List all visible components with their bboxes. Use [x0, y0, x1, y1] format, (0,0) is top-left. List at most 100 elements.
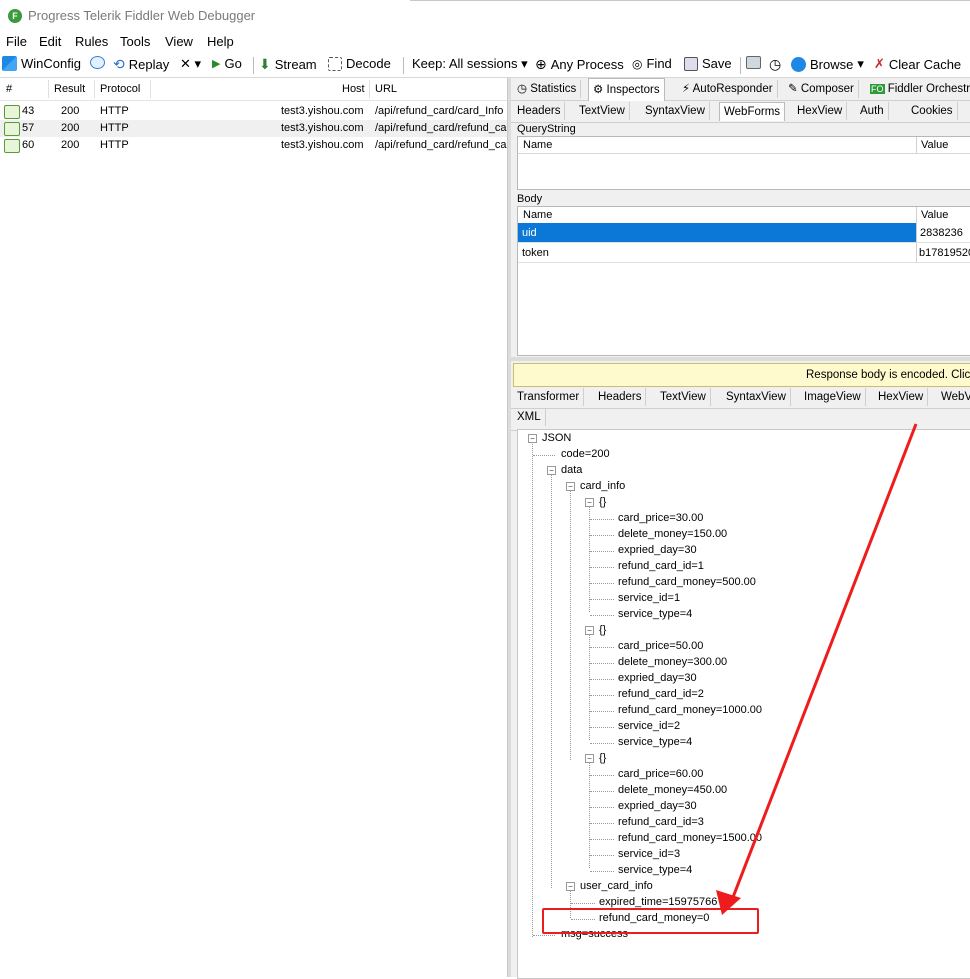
decode-button[interactable]: Decode — [328, 56, 391, 71]
toolbar-separator — [253, 57, 254, 74]
tree-node-object[interactable]: {} — [599, 752, 606, 764]
timer-button[interactable]: ◷ — [769, 56, 781, 73]
tab-inspectors[interactable]: ⚙ Inspectors — [588, 78, 665, 101]
collapse-json-toggle[interactable]: − — [528, 434, 537, 443]
tree-node-leaf[interactable]: delete_money=150.00 — [618, 528, 727, 540]
req-tab-auth[interactable]: Auth — [856, 102, 889, 120]
tree-node-leaf[interactable]: service_id=2 — [618, 720, 680, 732]
browse-button[interactable]: Browse ▾ — [791, 56, 864, 72]
comment-button[interactable] — [90, 56, 105, 69]
tree-node-json[interactable]: JSON — [542, 432, 571, 444]
session-row[interactable]: 57 200 HTTP test3.yishou.com /api/refund… — [0, 120, 507, 137]
tree-node-leaf[interactable]: service_type=4 — [618, 736, 692, 748]
chevron-down-icon[interactable]: ▾ — [857, 56, 864, 72]
keep-sessions-dropdown[interactable]: Keep: All sessions ▾ — [412, 56, 528, 72]
column-protocol[interactable]: Protocol — [100, 83, 140, 95]
tree-node-data[interactable]: data — [561, 464, 582, 476]
collapse-card-info-toggle[interactable]: − — [566, 482, 575, 491]
tree-node-code[interactable]: code=200 — [561, 448, 610, 460]
resp-tab-headers[interactable]: Headers — [594, 388, 647, 406]
body-row-uid[interactable]: uid 2838236 — [518, 223, 970, 243]
tree-node-leaf[interactable]: expried_day=30 — [618, 672, 697, 684]
req-tab-headers[interactable]: Headers — [513, 102, 566, 120]
req-tab-cookies[interactable]: Cookies — [907, 102, 958, 120]
tree-node-object[interactable]: {} — [599, 624, 606, 636]
find-button[interactable]: ◎ Find — [632, 56, 672, 71]
tree-node-card-info[interactable]: card_info — [580, 480, 625, 492]
body-value-col[interactable]: Value — [921, 209, 948, 221]
tree-node-leaf[interactable]: expried_day=30 — [618, 544, 697, 556]
collapse-object-toggle[interactable]: − — [585, 498, 594, 507]
collapse-data-toggle[interactable]: − — [547, 466, 556, 475]
tree-node-object[interactable]: {} — [599, 496, 606, 508]
resp-tab-imageview[interactable]: ImageView — [800, 388, 866, 406]
resp-tab-syntaxview[interactable]: SyntaxView — [722, 388, 791, 406]
tree-node-leaf[interactable]: expried_day=30 — [618, 800, 697, 812]
any-process-button[interactable]: ⊕ Any Process — [535, 56, 624, 73]
tree-node-leaf[interactable]: delete_money=450.00 — [618, 784, 727, 796]
stream-button[interactable]: ⬇ Stream — [259, 56, 317, 73]
resp-tab-hexview[interactable]: HexView — [874, 388, 929, 406]
go-button[interactable]: ▶ Go — [212, 56, 242, 71]
resp-tab-transformer[interactable]: Transformer — [513, 388, 585, 406]
menu-view[interactable]: View — [165, 34, 193, 49]
encoded-notice-bar[interactable]: Response body is encoded. Click — [513, 363, 970, 387]
req-tab-syntaxview[interactable]: SyntaxView — [641, 102, 710, 120]
body-name-col[interactable]: Name — [523, 209, 552, 221]
tab-statistics[interactable]: ◷ Statistics — [513, 80, 582, 98]
tree-node-leaf[interactable]: refund_card_money=1500.00 — [618, 832, 762, 844]
horizontal-splitter[interactable] — [511, 357, 970, 361]
menu-file[interactable]: File — [6, 34, 27, 49]
column-number[interactable]: # — [6, 83, 12, 95]
clear-cache-button[interactable]: ✗ Clear Cache — [874, 56, 961, 72]
json-tree-view[interactable]: − JSON code=200 − data − card_info − {} … — [517, 429, 970, 979]
tree-node-leaf[interactable]: service_id=1 — [618, 592, 680, 604]
tab-autoresponder[interactable]: ⚡ AutoResponder — [678, 80, 778, 98]
tree-node-leaf[interactable]: card_price=50.00 — [618, 640, 703, 652]
tree-node-leaf[interactable]: card_price=30.00 — [618, 512, 703, 524]
tree-node-leaf[interactable]: refund_card_money=1000.00 — [618, 704, 762, 716]
querystring-grid[interactable]: Name Value — [517, 136, 970, 190]
collapse-object-toggle[interactable]: − — [585, 754, 594, 763]
tree-node-leaf[interactable]: refund_card_id=2 — [618, 688, 704, 700]
collapse-object-toggle[interactable]: − — [585, 626, 594, 635]
screenshot-button[interactable] — [746, 56, 761, 69]
column-url[interactable]: URL — [375, 83, 397, 95]
remove-button[interactable]: ✕ ▾ — [180, 56, 201, 72]
collapse-user-card-info-toggle[interactable]: − — [566, 882, 575, 891]
menu-tools[interactable]: Tools — [120, 34, 150, 49]
body-row-token[interactable]: token b17819520 — [518, 243, 970, 263]
save-button[interactable]: Save — [684, 56, 732, 71]
resp-tab-textview[interactable]: TextView — [656, 388, 711, 406]
req-tab-hexview[interactable]: HexView — [793, 102, 848, 120]
column-host[interactable]: Host — [342, 83, 365, 95]
tree-node-leaf[interactable]: delete_money=300.00 — [618, 656, 727, 668]
resp-tab-xml[interactable]: XML — [513, 408, 546, 426]
tree-node-leaf[interactable]: service_id=3 — [618, 848, 680, 860]
column-result[interactable]: Result — [54, 83, 85, 95]
querystring-value-col[interactable]: Value — [921, 139, 948, 151]
tab-fiddler-orchestra[interactable]: FO Fiddler Orchestra — [866, 80, 970, 98]
session-row[interactable]: 43 200 HTTP test3.yishou.com /api/refund… — [0, 103, 507, 120]
tree-node-leaf[interactable]: service_type=4 — [618, 608, 692, 620]
menu-rules[interactable]: Rules — [75, 34, 108, 49]
body-grid[interactable]: Name Value uid 2838236 token b17819520 — [517, 206, 970, 356]
tree-connector — [589, 762, 590, 868]
menu-help[interactable]: Help — [207, 34, 234, 49]
req-tab-webforms[interactable]: WebForms — [719, 102, 786, 121]
menu-edit[interactable]: Edit — [39, 34, 61, 49]
winconfig-button[interactable]: WinConfig — [2, 56, 81, 71]
tree-node-leaf[interactable]: refund_card_id=3 — [618, 816, 704, 828]
tree-node-leaf[interactable]: refund_card_money=500.00 — [618, 576, 756, 588]
tree-node-leaf[interactable]: expired_time=15975766 — [599, 896, 731, 908]
querystring-name-col[interactable]: Name — [523, 139, 552, 151]
tree-node-user-card-info[interactable]: user_card_info — [580, 880, 653, 892]
replay-button[interactable]: ⟲ Replay — [113, 56, 169, 73]
session-row[interactable]: 60 200 HTTP test3.yishou.com /api/refund… — [0, 137, 507, 154]
resp-tab-webview[interactable]: WebV — [937, 388, 970, 406]
tree-node-leaf[interactable]: refund_card_id=1 — [618, 560, 704, 572]
tree-node-leaf[interactable]: card_price=60.00 — [618, 768, 703, 780]
tree-node-leaf[interactable]: service_type=4 — [618, 864, 692, 876]
req-tab-textview[interactable]: TextView — [575, 102, 630, 120]
tab-composer[interactable]: ✎ Composer — [784, 80, 859, 98]
